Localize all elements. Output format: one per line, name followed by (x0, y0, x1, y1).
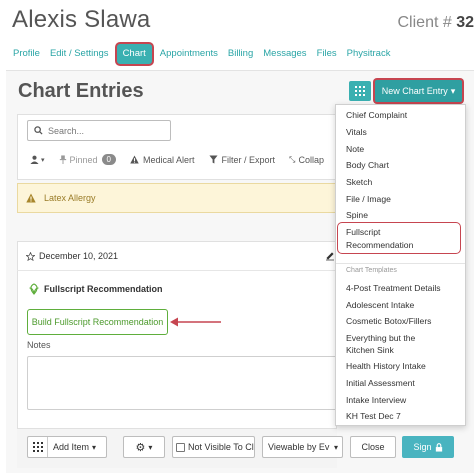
collapse-button[interactable]: ⤡ Collap (289, 155, 324, 165)
pinned-filter[interactable]: Pinned 0 (59, 154, 116, 165)
visibility-select-value: Viewable by Ev (268, 442, 330, 452)
tab-chart[interactable]: Chart (116, 44, 152, 64)
chevron-down-icon: ▾ (41, 156, 45, 164)
page-title: Chart Entries (18, 80, 144, 102)
medical-alert-banner: Latex Allergy (17, 183, 337, 213)
menu-item-template[interactable]: 4-Post Treatment Details (346, 283, 441, 293)
menu-item-vitals[interactable]: Vitals (346, 127, 367, 137)
filter-icon (208, 155, 218, 164)
menu-item-template-line2[interactable]: Kitchen Sink (346, 345, 394, 355)
menu-item-sketch[interactable]: Sketch (346, 177, 372, 187)
user-filter[interactable]: ▾ (30, 155, 45, 164)
tab-profile[interactable]: Profile (8, 44, 45, 64)
tab-files[interactable]: Files (312, 44, 342, 64)
menu-item-fullscript-line2[interactable]: Recommendation (346, 240, 413, 250)
pinned-count-badge: 0 (101, 154, 116, 165)
medical-alert-label: Medical Alert (143, 154, 195, 165)
pin-icon (59, 155, 66, 164)
menu-item-spine[interactable]: Spine (346, 210, 368, 220)
medical-alert-filter[interactable]: Medical Alert (130, 155, 195, 165)
client-name: Alexis Slawa (12, 6, 151, 33)
menu-item-template[interactable]: Initial Assessment (346, 378, 415, 388)
menu-item-template[interactable]: Health History Intake (346, 361, 426, 371)
warning-icon (130, 155, 139, 164)
not-visible-checkbox[interactable] (176, 442, 185, 452)
client-tabs: Profile Edit / Settings Chart Appointmen… (8, 43, 395, 65)
menu-item-chief-complaint[interactable]: Chief Complaint (346, 110, 407, 120)
add-item-button[interactable]: Add Item ▾ (27, 436, 107, 458)
search-box[interactable] (27, 120, 171, 141)
tab-appointments[interactable]: Appointments (155, 44, 223, 64)
new-chart-entry-label: New Chart Entry (381, 86, 448, 96)
menu-item-body-chart[interactable]: Body Chart (346, 160, 389, 170)
fullscript-leaf-icon (29, 283, 39, 295)
entry-date: December 10, 2021 (26, 251, 118, 261)
close-button[interactable]: Close (350, 436, 396, 458)
annotation-arrow-icon (170, 317, 221, 327)
sign-button[interactable]: Sign (402, 436, 454, 458)
grid-icon (32, 442, 43, 452)
user-icon (30, 155, 39, 164)
not-visible-label: Not Visible To Cli (188, 442, 255, 452)
grid-view-button[interactable] (349, 81, 371, 101)
not-visible-toggle[interactable]: Not Visible To Cli (172, 436, 255, 458)
entry-divider (17, 270, 337, 271)
tab-physitrack[interactable]: Physitrack (342, 44, 396, 64)
entry-date-text: December 10, 2021 (39, 251, 119, 261)
menu-section-header: Chart Templates (346, 267, 397, 274)
gear-icon: ⚙ (135, 441, 146, 454)
menu-item-template[interactable]: Intake Interview (346, 395, 406, 405)
grid-icon (355, 86, 365, 96)
alert-text: Latex Allergy (44, 193, 96, 203)
caret-down-icon: ▾ (148, 442, 153, 452)
menu-item-template[interactable]: Cosmetic Botox/Fillers (346, 316, 431, 326)
warning-icon (26, 193, 36, 203)
fullscript-title-text: Fullscript Recommendation (44, 284, 163, 294)
tab-billing[interactable]: Billing (223, 44, 258, 64)
menu-item-template-line1[interactable]: Everything but the (346, 333, 415, 343)
tab-messages[interactable]: Messages (258, 44, 311, 64)
search-icon (34, 126, 43, 135)
grid-icon-box (28, 437, 48, 457)
visibility-select[interactable]: Viewable by Ev ▾ (262, 436, 343, 458)
filter-bar: ▾ Pinned 0 Medical Alert Filter / Export… (30, 154, 338, 165)
new-chart-entry-button[interactable]: New Chart Entry ▾ (375, 80, 462, 102)
search-input[interactable] (48, 125, 158, 136)
collapse-arrows-icon: ⤡ (289, 154, 296, 164)
caret-down-icon: ▾ (333, 442, 338, 452)
pinned-label: Pinned (69, 154, 98, 165)
menu-item-template[interactable]: KH Test Dec 7 (346, 411, 401, 421)
sign-label: Sign (413, 442, 432, 452)
menu-item-file-image[interactable]: File / Image (346, 194, 391, 204)
menu-item-fullscript-line1[interactable]: Fullscript (346, 227, 380, 237)
menu-item-note[interactable]: Note (346, 144, 364, 154)
client-number-value: 32 (456, 14, 474, 31)
collapse-label: Collap (298, 154, 324, 165)
notes-label: Notes (27, 340, 51, 350)
menu-divider (336, 263, 465, 264)
caret-down-icon: ▾ (450, 85, 456, 96)
settings-dropdown-button[interactable]: ⚙ ▾ (123, 436, 165, 458)
build-fullscript-button[interactable]: Build Fullscript Recommendation (27, 309, 168, 335)
caret-down-icon: ▾ (92, 442, 97, 452)
client-number-label: Client # (397, 14, 457, 31)
fullscript-section-title: Fullscript Recommendation (28, 283, 163, 295)
tab-edit-settings[interactable]: Edit / Settings (45, 44, 114, 64)
signature-icon[interactable] (325, 251, 335, 261)
client-number: Client # 32 (398, 14, 474, 32)
lock-icon (435, 442, 442, 452)
filter-export-label: Filter / Export (221, 154, 276, 165)
menu-item-template[interactable]: Adolescent Intake (346, 300, 414, 310)
notes-textarea[interactable] (27, 356, 337, 410)
add-item-label: Add Item (53, 442, 90, 452)
filter-export-button[interactable]: Filter / Export (208, 154, 276, 165)
star-icon[interactable] (26, 251, 35, 261)
